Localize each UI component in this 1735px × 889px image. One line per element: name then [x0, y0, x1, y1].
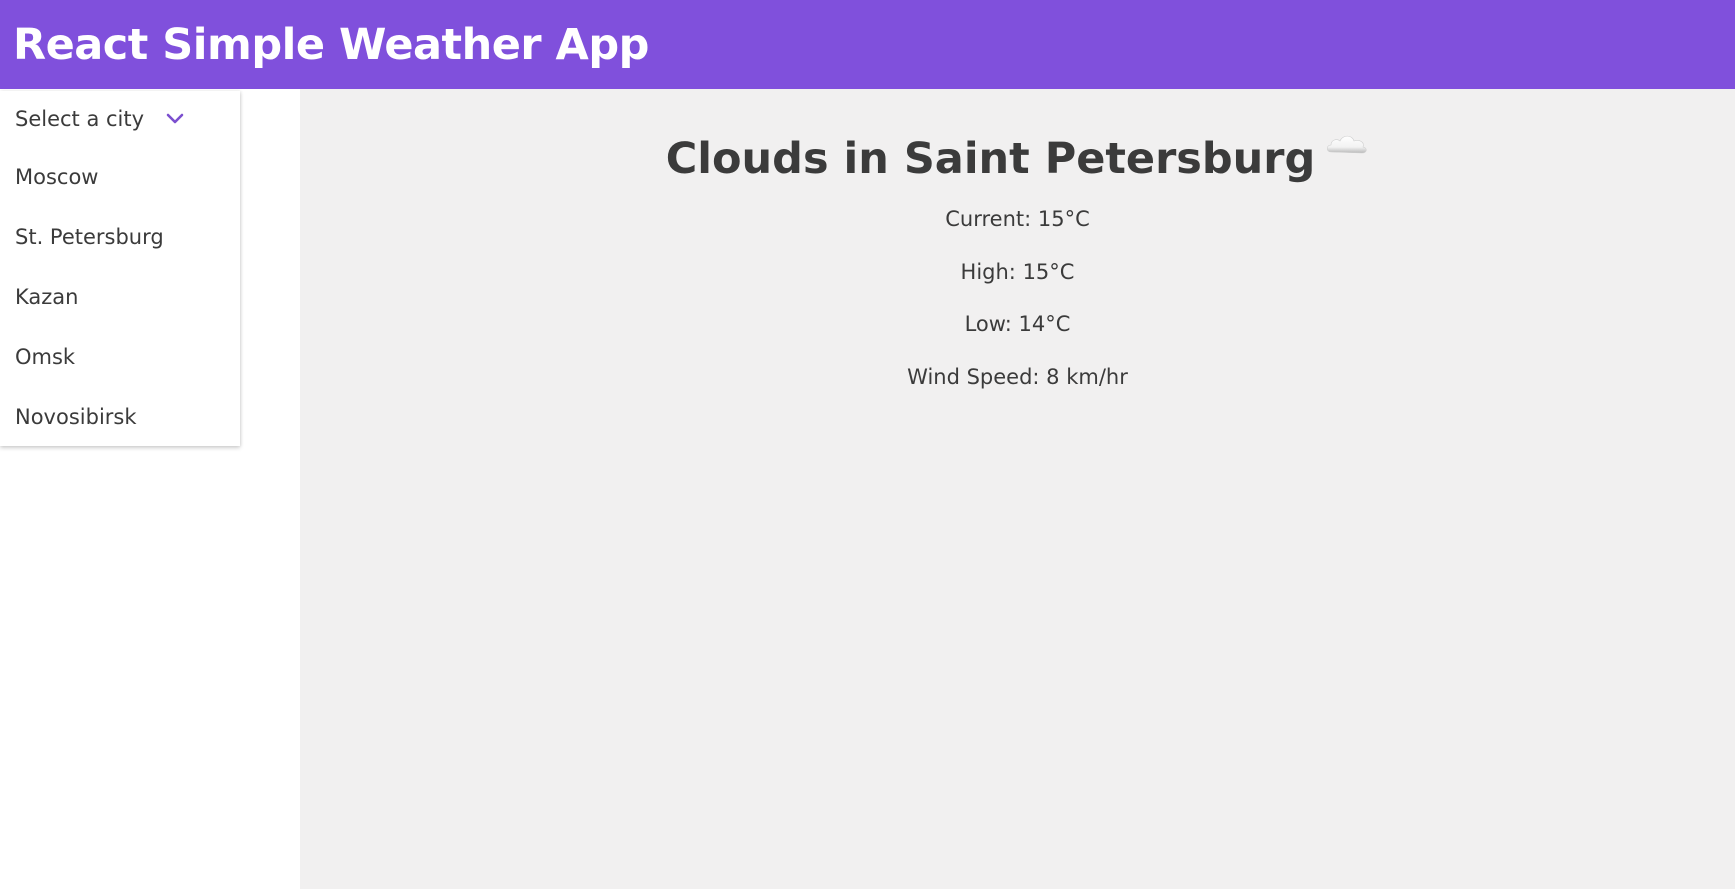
city-option-moscow[interactable]: Moscow — [0, 147, 240, 207]
city-option-omsk[interactable]: Omsk — [0, 327, 240, 387]
low-temp: Low: 14°C — [964, 312, 1071, 336]
weather-panel: Clouds in Saint Petersburg Current: 15°C… — [300, 89, 1735, 889]
city-option-novosibirsk[interactable]: Novosibirsk — [0, 387, 240, 446]
weather-stats: Current: 15°C High: 15°C Low: 14°C Wind … — [300, 193, 1735, 403]
current-temp: Current: 15°C — [945, 207, 1090, 231]
weather-title-row: Clouds in Saint Petersburg — [300, 129, 1735, 189]
app-title: React Simple Weather App — [13, 19, 649, 70]
weather-title: Clouds in Saint Petersburg — [665, 134, 1316, 184]
sidebar: Select a city Moscow St. Petersburg Kaza… — [0, 89, 300, 889]
city-option-st-petersburg[interactable]: St. Petersburg — [0, 207, 240, 267]
city-option-kazan[interactable]: Kazan — [0, 267, 240, 327]
cloud-icon — [1325, 130, 1369, 158]
chevron-down-icon — [164, 108, 186, 130]
high-temp: High: 15°C — [960, 259, 1075, 284]
city-dropdown: Select a city Moscow St. Petersburg Kaza… — [0, 91, 240, 446]
city-select-toggle[interactable]: Select a city — [0, 91, 240, 147]
weather-summary: Clouds in Saint Petersburg Current: 15°C… — [300, 89, 1735, 403]
city-select-label: Select a city — [15, 107, 145, 131]
app-header: React Simple Weather App — [0, 0, 1735, 89]
wind-speed: Wind Speed: 8 km/hr — [907, 364, 1128, 389]
